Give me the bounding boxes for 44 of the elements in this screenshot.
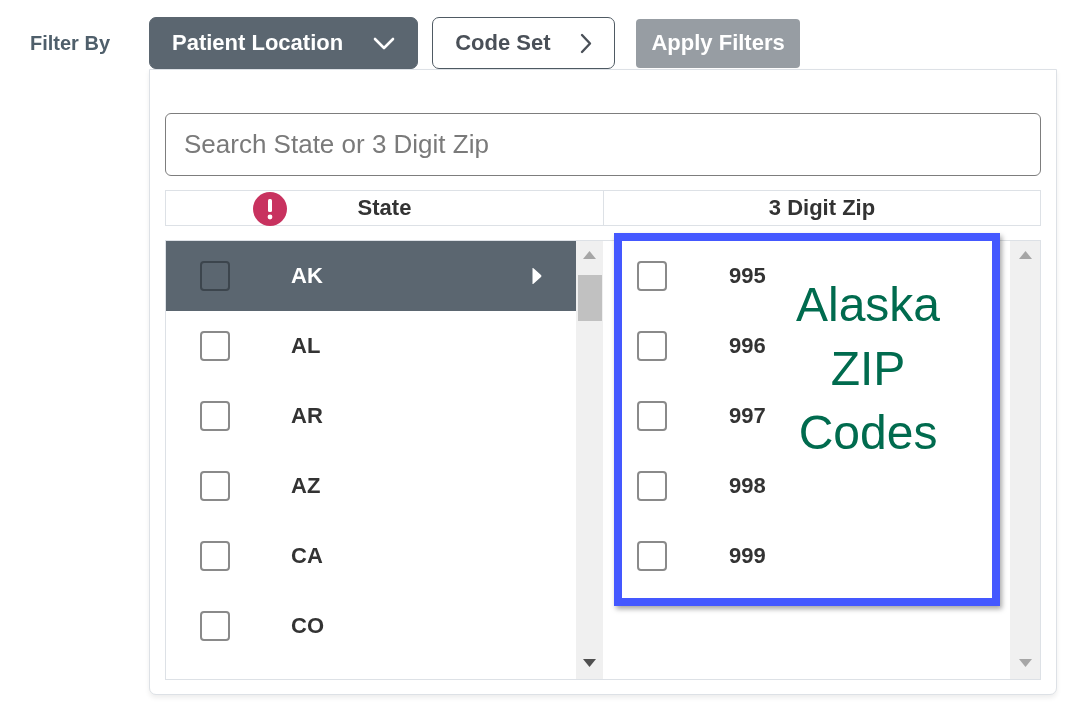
checkbox[interactable] (637, 541, 667, 571)
zip-code: 995 (729, 263, 766, 289)
search-field[interactable]: Search State or 3 Digit Zip (165, 113, 1041, 176)
zip-code: 998 (729, 473, 766, 499)
scrollbar[interactable] (576, 241, 603, 679)
checkbox[interactable] (637, 261, 667, 291)
zip-code: 997 (729, 403, 766, 429)
scroll-up-arrow-icon[interactable] (1018, 251, 1032, 259)
triangle-right-icon (531, 267, 542, 285)
checkbox[interactable] (200, 401, 230, 431)
checkbox[interactable] (200, 471, 230, 501)
scrollbar[interactable] (1010, 241, 1040, 679)
chevron-down-icon (373, 36, 396, 50)
checkbox[interactable] (637, 401, 667, 431)
state-row[interactable]: AZ (166, 451, 576, 521)
zip-code: 999 (729, 543, 766, 569)
column-heading: State (357, 195, 412, 221)
state-row[interactable]: AR (166, 381, 576, 451)
checkbox[interactable] (637, 471, 667, 501)
checkbox[interactable] (200, 261, 230, 291)
scroll-down-arrow-icon[interactable] (583, 659, 596, 667)
state-code: AL (291, 333, 321, 359)
state-code: AR (291, 403, 323, 429)
chevron-right-icon (580, 32, 593, 54)
checkbox[interactable] (200, 541, 230, 571)
state-row[interactable]: AK (166, 241, 576, 311)
filter-tab[interactable]: Code Set (432, 17, 616, 69)
checkbox[interactable] (200, 331, 230, 361)
filter-label: Filter By (30, 31, 112, 56)
state-code: AZ (291, 473, 321, 499)
state-row[interactable]: AL (166, 311, 576, 381)
state-code: CO (291, 613, 324, 639)
scrollbar-thumb[interactable] (577, 275, 602, 321)
state-row[interactable]: CA (166, 521, 576, 591)
state-code: AK (291, 263, 323, 289)
checkbox[interactable] (200, 611, 230, 641)
checkbox[interactable] (637, 331, 667, 361)
scroll-up-arrow-icon[interactable] (583, 251, 596, 259)
state-code: CA (291, 543, 323, 569)
column-heading: 3 Digit Zip (768, 195, 876, 221)
annotation-text: Alaska ZIP Codes (794, 277, 942, 461)
state-row[interactable]: CO (166, 591, 576, 661)
zip-code: 996 (729, 333, 766, 359)
filter-tab[interactable]: Patient Location (149, 17, 419, 69)
